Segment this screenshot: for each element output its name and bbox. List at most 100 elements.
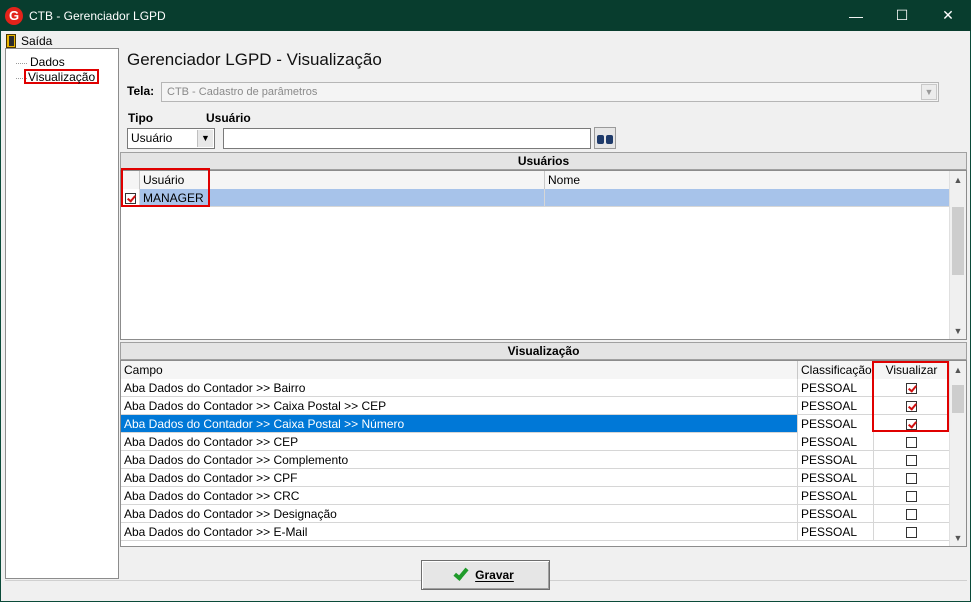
- scrollbar-thumb[interactable]: [952, 385, 964, 413]
- visualizar-checkbox[interactable]: [906, 509, 917, 521]
- campo-cell: Aba Dados do Contador >> CRC: [121, 487, 798, 505]
- usuarios-grid: Usuário Nome MANAGER ▲ ▼: [120, 170, 967, 340]
- visualizar-checkbox[interactable]: [906, 527, 917, 539]
- visualizacao-scrollbar[interactable]: ▲ ▼: [949, 361, 966, 546]
- classificacao-cell: PESSOAL: [798, 469, 874, 487]
- column-header-campo[interactable]: Campo: [121, 361, 798, 379]
- classificacao-cell: PESSOAL: [798, 505, 874, 523]
- visualizar-checkbox[interactable]: [906, 473, 917, 485]
- tree-connector: [16, 63, 27, 64]
- table-row[interactable]: Aba Dados do Contador >> Complemento PESS…: [121, 451, 950, 469]
- column-header-nome[interactable]: Nome: [545, 171, 950, 189]
- user-checkbox[interactable]: [125, 193, 136, 205]
- campo-cell: Aba Dados do Contador >> CPF: [121, 469, 798, 487]
- navigation-tree: Dados Visualização: [5, 48, 119, 579]
- chevron-down-icon[interactable]: ▼: [921, 84, 937, 100]
- table-row[interactable]: Aba Dados do Contador >> CPF PESSOAL: [121, 469, 950, 487]
- usuario-cell: MANAGER: [140, 189, 545, 207]
- table-row[interactable]: Aba Dados do Contador >> CEP PESSOAL: [121, 433, 950, 451]
- visualizar-cell: [874, 487, 950, 505]
- table-row[interactable]: Aba Dados do Contador >> E-Mail PESSOAL: [121, 523, 950, 541]
- visualizar-cell: [874, 433, 950, 451]
- checkbox-column-header: [121, 171, 140, 189]
- check-icon: [453, 565, 469, 581]
- row-checkbox-cell: [121, 189, 140, 207]
- scroll-up-icon[interactable]: ▲: [950, 171, 966, 188]
- visualizar-cell: [874, 505, 950, 523]
- maximize-button[interactable]: ☐: [879, 0, 925, 31]
- tela-select[interactable]: CTB - Cadastro de parâmetros ▼: [161, 82, 939, 102]
- usuario-input[interactable]: [223, 128, 591, 149]
- tipo-label: Tipo: [128, 111, 154, 125]
- classificacao-cell: PESSOAL: [798, 379, 874, 397]
- usuarios-header: Usuários: [120, 152, 967, 170]
- table-row[interactable]: Aba Dados do Contador >> Caixa Postal >>…: [121, 415, 950, 433]
- visualizar-cell: [874, 379, 950, 397]
- campo-cell: Aba Dados do Contador >> Designação: [121, 505, 798, 523]
- page-title: Gerenciador LGPD - Visualização: [127, 50, 382, 69]
- close-button[interactable]: ✕: [925, 0, 971, 31]
- visualizar-cell: [874, 469, 950, 487]
- minimize-button[interactable]: —: [833, 0, 879, 31]
- usuarios-grid-header: Usuário Nome: [121, 171, 950, 189]
- column-header-classificacao[interactable]: Classificação: [798, 361, 874, 379]
- nome-cell: [545, 189, 950, 207]
- table-row[interactable]: Aba Dados do Contador >> CRC PESSOAL: [121, 487, 950, 505]
- menu-exit-label: Saída: [21, 33, 53, 48]
- visualizar-checkbox[interactable]: [906, 491, 917, 503]
- visualizacao-grid-header: Campo Classificação Visualizar: [121, 361, 950, 379]
- app-logo-icon: G: [5, 6, 23, 25]
- save-button[interactable]: Gravar: [421, 560, 550, 590]
- column-header-visualizar[interactable]: Visualizar: [874, 361, 950, 379]
- campo-cell: Aba Dados do Contador >> Caixa Postal >>…: [121, 397, 798, 415]
- visualizar-checkbox[interactable]: [906, 437, 917, 449]
- table-row[interactable]: Aba Dados do Contador >> Caixa Postal >>…: [121, 397, 950, 415]
- exit-door-icon: [6, 33, 16, 48]
- scrollbar-thumb[interactable]: [952, 207, 964, 275]
- window-body: Saída Dados Visualização Gerenciador LGP…: [0, 31, 971, 602]
- title-bar: G CTB - Gerenciador LGPD — ☐ ✕: [0, 0, 971, 31]
- tipo-select[interactable]: Usuário ▼: [127, 128, 215, 149]
- visualizar-checkbox[interactable]: [906, 419, 917, 431]
- chevron-down-icon[interactable]: ▼: [197, 130, 213, 147]
- column-header-usuario[interactable]: Usuário: [140, 171, 545, 189]
- visualizar-cell: [874, 397, 950, 415]
- classificacao-cell: PESSOAL: [798, 451, 874, 469]
- visualizacao-grid: Campo Classificação Visualizar Aba Dados…: [120, 360, 967, 547]
- table-row[interactable]: Aba Dados do Contador >> Bairro PESSOAL: [121, 379, 950, 397]
- window-controls: — ☐ ✕: [833, 0, 971, 31]
- table-row[interactable]: MANAGER: [121, 189, 950, 207]
- tree-item-visualizacao[interactable]: Visualização: [24, 69, 100, 84]
- campo-cell: Aba Dados do Contador >> CEP: [121, 433, 798, 451]
- visualizar-checkbox[interactable]: [906, 455, 917, 467]
- tree-item-dados[interactable]: Dados: [28, 55, 67, 70]
- binoculars-icon: [597, 133, 613, 144]
- window-title: CTB - Gerenciador LGPD: [29, 8, 166, 23]
- visualizar-checkbox[interactable]: [906, 401, 917, 413]
- scroll-down-icon[interactable]: ▼: [950, 529, 966, 546]
- visualizacao-header: Visualização: [120, 342, 967, 360]
- tipo-value: Usuário: [131, 131, 173, 145]
- campo-cell: Aba Dados do Contador >> Complemento: [121, 451, 798, 469]
- visualizar-cell: [874, 415, 950, 433]
- usuarios-scrollbar[interactable]: ▲ ▼: [949, 171, 966, 339]
- save-button-label: Gravar: [475, 568, 514, 582]
- tela-label: Tela:: [127, 84, 155, 98]
- visualizar-cell: [874, 451, 950, 469]
- classificacao-cell: PESSOAL: [798, 487, 874, 505]
- search-button[interactable]: [594, 127, 616, 149]
- tela-value: CTB - Cadastro de parâmetros: [167, 86, 318, 98]
- classificacao-cell: PESSOAL: [798, 415, 874, 433]
- campo-cell: Aba Dados do Contador >> Bairro: [121, 379, 798, 397]
- classificacao-cell: PESSOAL: [798, 397, 874, 415]
- tree-item-label: Dados: [30, 55, 65, 69]
- scroll-up-icon[interactable]: ▲: [950, 361, 966, 378]
- menu-bar: Saída: [2, 31, 970, 50]
- classificacao-cell: PESSOAL: [798, 433, 874, 451]
- visualizar-checkbox[interactable]: [906, 383, 917, 395]
- campo-cell: Aba Dados do Contador >> E-Mail: [121, 523, 798, 541]
- usuario-label: Usuário: [206, 111, 251, 125]
- scroll-down-icon[interactable]: ▼: [950, 322, 966, 339]
- campo-cell: Aba Dados do Contador >> Caixa Postal >>…: [121, 415, 798, 433]
- table-row[interactable]: Aba Dados do Contador >> Designação PESSO…: [121, 505, 950, 523]
